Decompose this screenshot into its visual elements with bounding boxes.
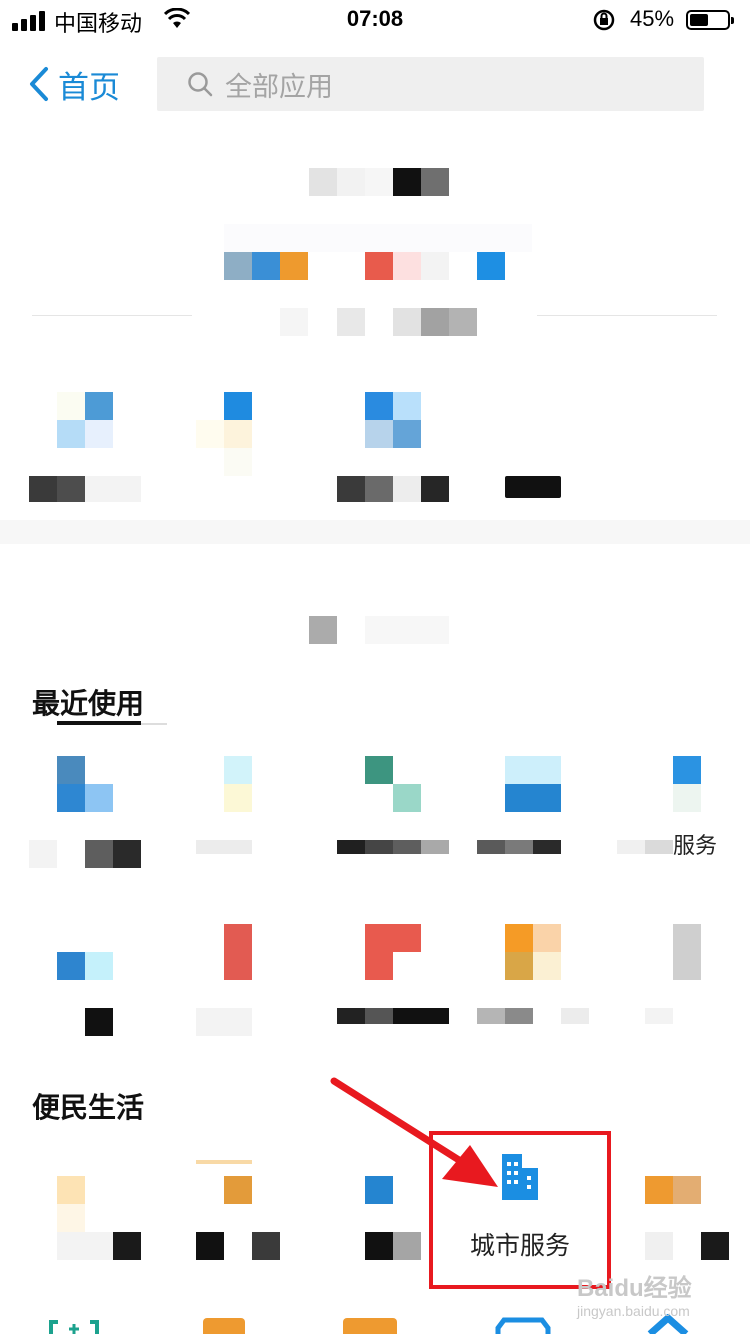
chevron-left-icon [30,67,48,101]
search-icon [188,72,213,97]
back-button[interactable]: 首页 [28,64,120,105]
recent-underline-rule [141,723,167,725]
rotation-lock-icon [593,9,615,31]
watermark-url: jingyan.baidu.com [577,1303,690,1319]
scan-icon [49,1320,99,1334]
app-label-partial: 服务 [673,833,718,858]
battery-icon [686,10,734,30]
convenience-section-title: 便民生活 [32,1092,145,1123]
recent-section-title: 最近使用 [32,688,145,719]
car-icon [495,1317,551,1334]
search-placeholder: 全部应用 [225,71,333,102]
back-label: 首页 [58,69,120,105]
orange-doc-icon [343,1318,397,1334]
baidu-watermark: Baidu经验 jingyan.baidu.com [577,1268,692,1319]
status-bar: 中国移动 07:08 45% [0,0,750,40]
orange-app-icon [203,1318,245,1334]
search-input[interactable]: 全部应用 [157,57,704,111]
recent-underline [57,721,141,725]
red-arrow-annotation [330,1077,498,1187]
battery-percent: 45% [630,6,675,31]
city-service-label[interactable]: 城市服务 [429,1226,611,1262]
watermark-brand: Baidu经验 [577,1275,692,1302]
section-divider [0,520,750,544]
